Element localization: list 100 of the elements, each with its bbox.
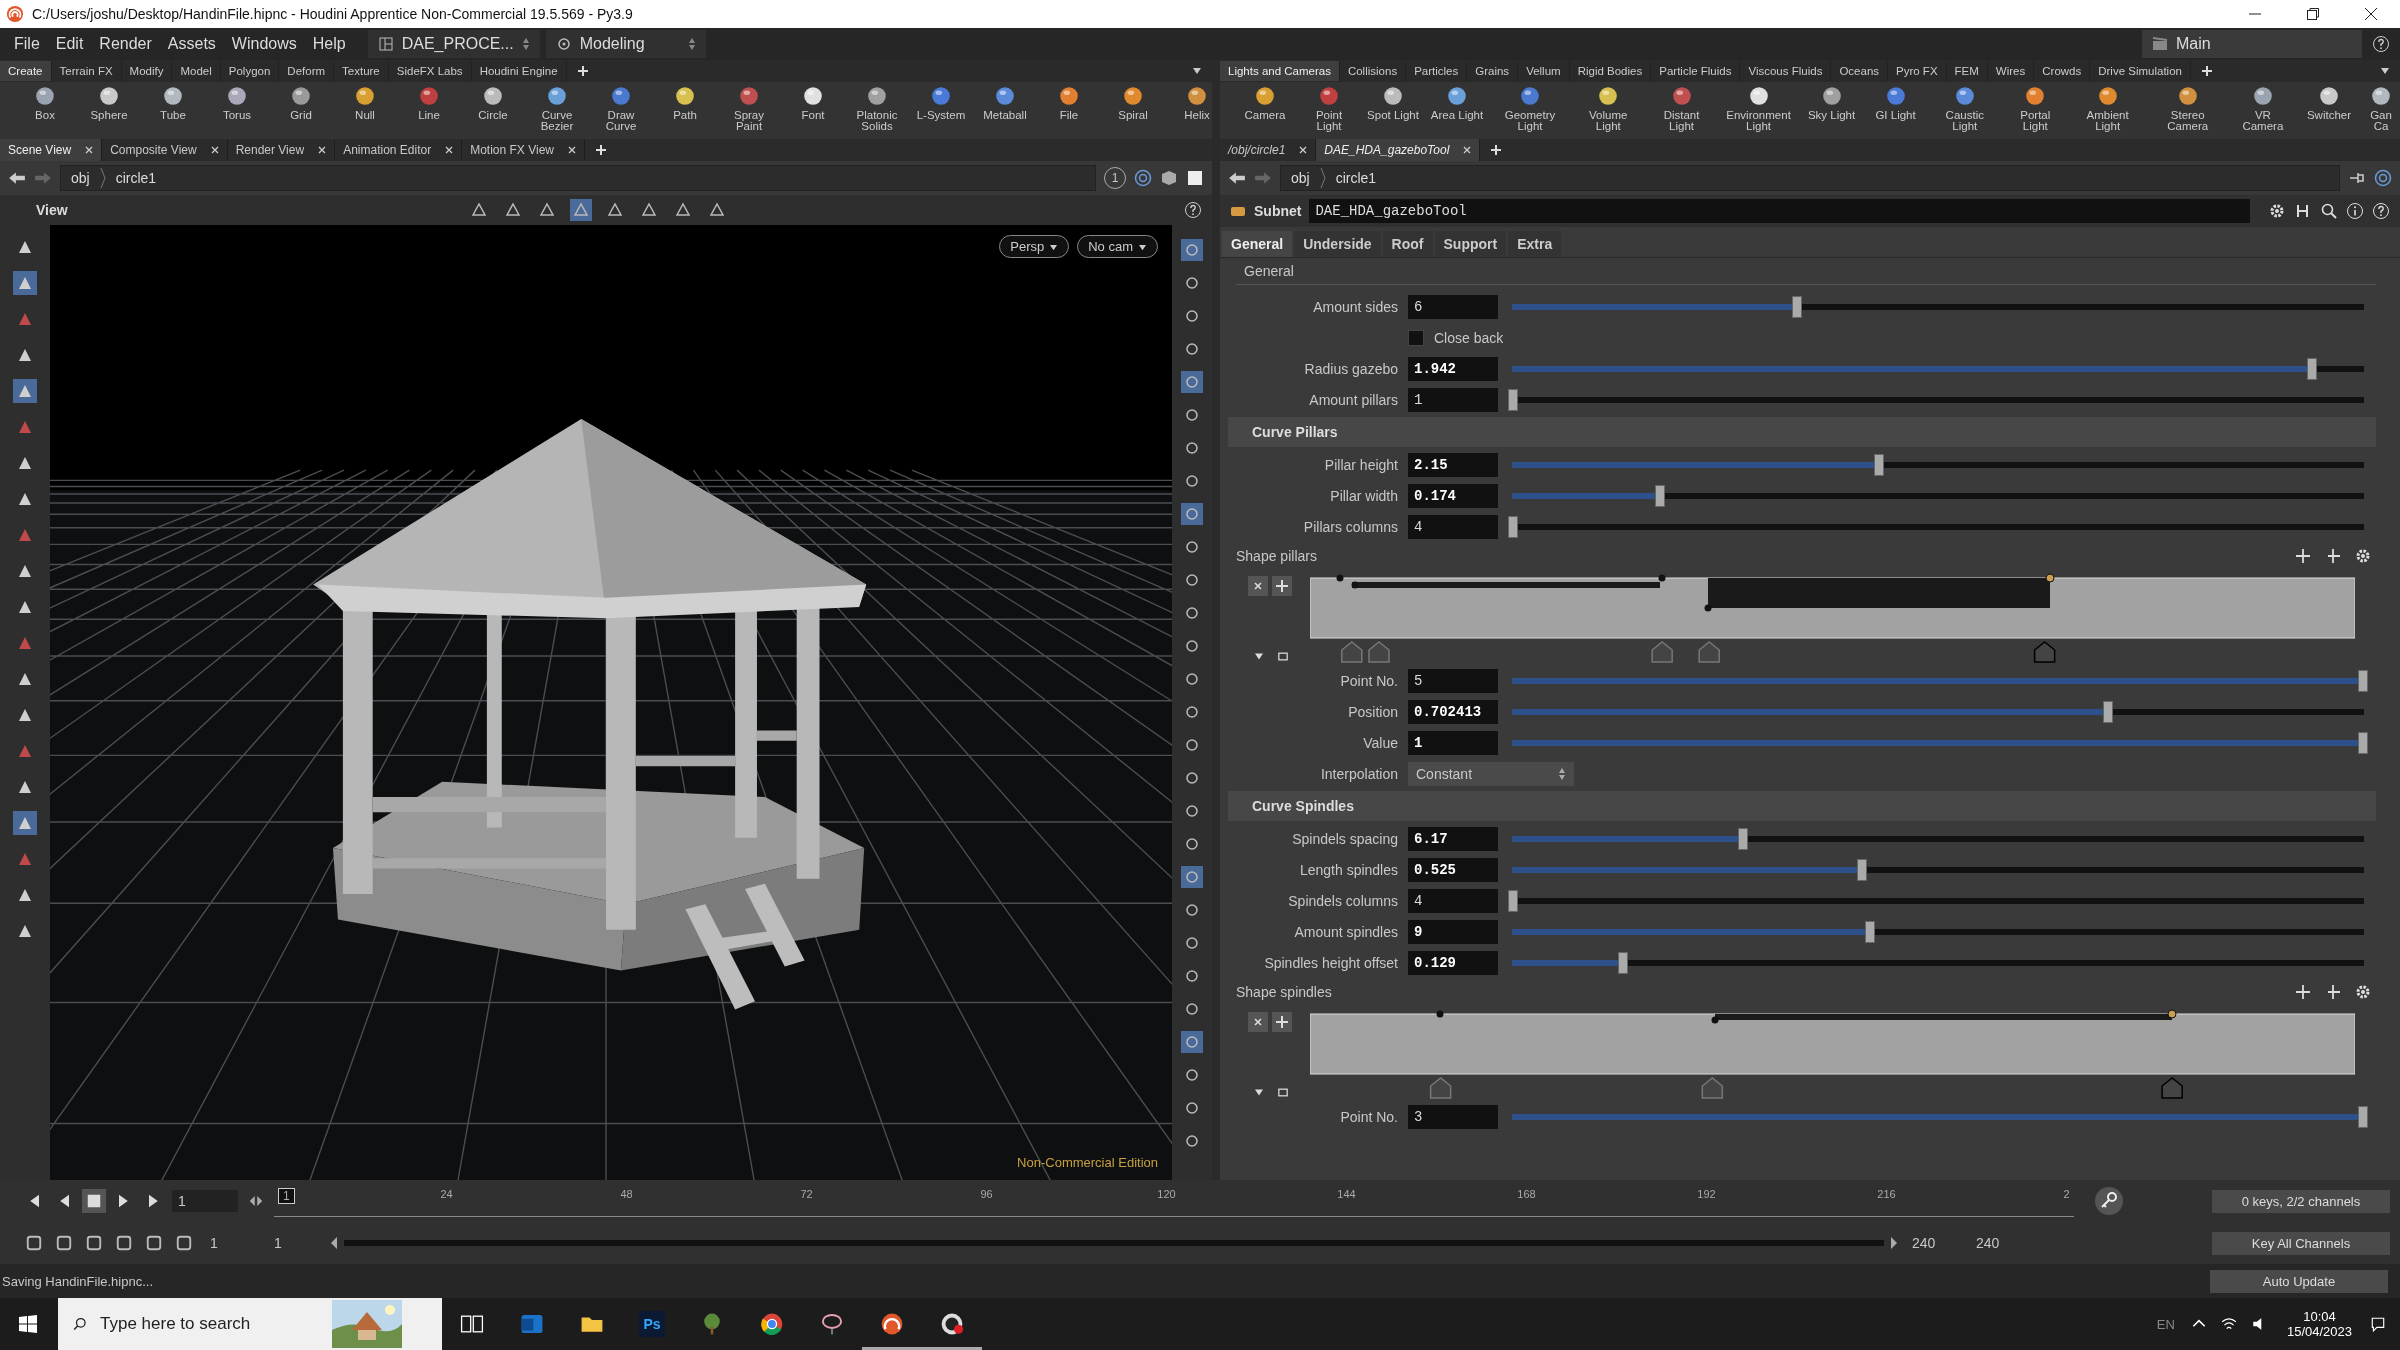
add-tab-icon[interactable]	[1490, 144, 1503, 156]
menu-item[interactable]: Edit	[55, 35, 84, 53]
shelf-tool[interactable]: Camera	[1234, 85, 1296, 121]
slider-handle[interactable]	[2103, 700, 2113, 723]
target-icon[interactable]	[2374, 169, 2392, 187]
keys-info-button[interactable]: 0 keys, 2/2 channels	[2212, 1189, 2390, 1213]
path-crumb[interactable]: obj	[1291, 170, 1310, 186]
search-field[interactable]: Type here to search	[98, 1313, 322, 1335]
slider-handle[interactable]	[1737, 827, 1748, 850]
add-tab-icon[interactable]	[595, 144, 607, 156]
parameter-tab[interactable]: Underside	[1294, 231, 1381, 257]
shelf-tool[interactable]: Spiral	[1102, 85, 1164, 121]
shelf-tool[interactable]: Point Light	[1298, 85, 1360, 132]
shelf-tool[interactable]: Helix	[1166, 85, 1212, 121]
slider-handle[interactable]	[1791, 295, 1802, 318]
value-field[interactable]: 6.17	[1408, 826, 1498, 851]
caret-icon[interactable]	[1192, 67, 1202, 75]
slider-handle[interactable]	[1856, 858, 1867, 881]
shelf-tab[interactable]: Texture	[334, 61, 389, 81]
value-field[interactable]: 0.525	[1408, 857, 1498, 882]
shelf-tool[interactable]: Circle	[462, 85, 524, 121]
shelf-tab[interactable]: Viscous Fluids	[1740, 61, 1832, 81]
cube-icon[interactable]	[1160, 169, 1178, 187]
shelf-tab[interactable]: Modify	[121, 61, 173, 81]
target-icon[interactable]	[1134, 169, 1152, 187]
shelf-tool[interactable]: Curve Bezier	[526, 85, 588, 132]
caret-icon[interactable]	[2380, 67, 2390, 75]
path-field[interactable]: obj circle1	[1280, 165, 2340, 191]
start-frame-field[interactable]: 1	[202, 1235, 260, 1251]
shelf-tab[interactable]: Collisions	[1339, 61, 1407, 81]
shelf-tab[interactable]: Particles	[1406, 61, 1468, 81]
node-name-field[interactable]: DAE_HDA_gazeboTool	[1309, 199, 2250, 223]
add-point-icon[interactable]	[1272, 1012, 1292, 1032]
add-point-icon[interactable]	[1272, 576, 1292, 596]
menu-item[interactable]: Help	[312, 35, 346, 53]
menu-item[interactable]: File	[14, 35, 40, 53]
add-tab-icon[interactable]	[576, 65, 589, 77]
range-handle-icon[interactable]	[330, 1236, 338, 1250]
move-icon[interactable]	[2294, 983, 2312, 1001]
shelf-tab[interactable]: SideFX Labs	[388, 61, 472, 81]
path-field[interactable]: obj circle1	[60, 165, 1096, 191]
shelf-tab[interactable]: Create	[0, 61, 52, 81]
path-crumb[interactable]: circle1	[1335, 170, 1377, 186]
shelf-tool[interactable]: Spot Light	[1362, 85, 1424, 121]
shelf-tab[interactable]: Grains	[1467, 61, 1519, 81]
current-frame-marker[interactable]: 1	[278, 1187, 295, 1204]
value-field[interactable]: 0.702413	[1408, 699, 1498, 724]
value-field[interactable]: 4	[1408, 514, 1498, 539]
shelf-tool[interactable]: Environment Light	[1718, 85, 1799, 132]
slider-handle[interactable]	[2358, 731, 2368, 754]
language-indicator[interactable]: EN	[2156, 1316, 2175, 1332]
checkbox[interactable]	[1408, 329, 1424, 346]
shelf-tool[interactable]: Caustic Light	[1928, 85, 2002, 132]
shelf-tool[interactable]: Torus	[206, 85, 268, 121]
end-frame-field[interactable]: 240	[1968, 1235, 2026, 1251]
slider-handle[interactable]	[2358, 669, 2368, 692]
value-field[interactable]: 6	[1408, 294, 1498, 319]
shelf-tool[interactable]: Volume Light	[1572, 85, 1645, 132]
slider-handle[interactable]	[1618, 951, 1629, 974]
shelf-tool[interactable]: Distant Light	[1646, 85, 1717, 132]
slider-handle[interactable]	[1508, 889, 1518, 912]
settings-icon[interactable]	[2354, 983, 2372, 1001]
parameter-tab[interactable]: Extra	[1508, 231, 1562, 257]
desktop-selector[interactable]: DAE_PROCE...	[367, 30, 540, 58]
shelf-tab[interactable]: Lights and Cameras	[1220, 61, 1340, 81]
shelf-tool[interactable]: VR Camera	[2229, 85, 2296, 132]
settings-icon[interactable]	[2268, 202, 2286, 220]
collapse-icon[interactable]	[1254, 652, 1264, 661]
value-field[interactable]: 5	[1408, 668, 1498, 693]
playback-icon[interactable]	[82, 1189, 106, 1213]
value-field[interactable]: 4	[1408, 888, 1498, 913]
shelf-tab[interactable]: Drive Simulation	[2090, 61, 2191, 81]
shelf-tab[interactable]: Houdini Engine	[471, 61, 567, 81]
value-field[interactable]: 1.942	[1408, 356, 1498, 381]
shelf-tab[interactable]: Oceans	[1831, 61, 1889, 81]
windows-start-icon[interactable]	[18, 1314, 38, 1334]
pane-tab[interactable]: DAE_HDA_gazeboTool	[1316, 139, 1481, 161]
context-selector[interactable]: Modeling	[545, 30, 706, 58]
value-field[interactable]: 1	[1408, 387, 1498, 412]
key-icon[interactable]	[2094, 1186, 2124, 1216]
path-crumb[interactable]: obj	[71, 170, 90, 186]
camera-menu-button[interactable]: Persp	[999, 235, 1070, 258]
expand-icon[interactable]	[1278, 1088, 1288, 1097]
shelf-tool[interactable]: Area Light	[1426, 85, 1488, 121]
shelf-tab[interactable]: Deform	[279, 61, 335, 81]
value-field[interactable]: 3	[1408, 1104, 1498, 1129]
add-tab-icon[interactable]	[2200, 65, 2213, 77]
shelf-tool[interactable]: Spray Paint	[718, 85, 780, 132]
shelf-tool[interactable]: Path	[654, 85, 716, 121]
update-mode-button[interactable]: Auto Update	[2210, 1269, 2388, 1293]
help-icon[interactable]	[1184, 201, 1202, 219]
move-icon[interactable]	[2294, 547, 2312, 565]
shelf-tool[interactable]: Portal Light	[2003, 85, 2068, 132]
shelf-tool[interactable]: Null	[334, 85, 396, 121]
shelf-tool[interactable]: Tube	[142, 85, 204, 121]
shelf-tool[interactable]: Stereo Camera	[2147, 85, 2228, 132]
help-icon[interactable]	[2372, 35, 2390, 53]
help-icon[interactable]	[2372, 202, 2390, 220]
shelf-tab[interactable]: Particle Fluids	[1651, 61, 1741, 81]
parameter-tab[interactable]: Roof	[1382, 231, 1433, 257]
